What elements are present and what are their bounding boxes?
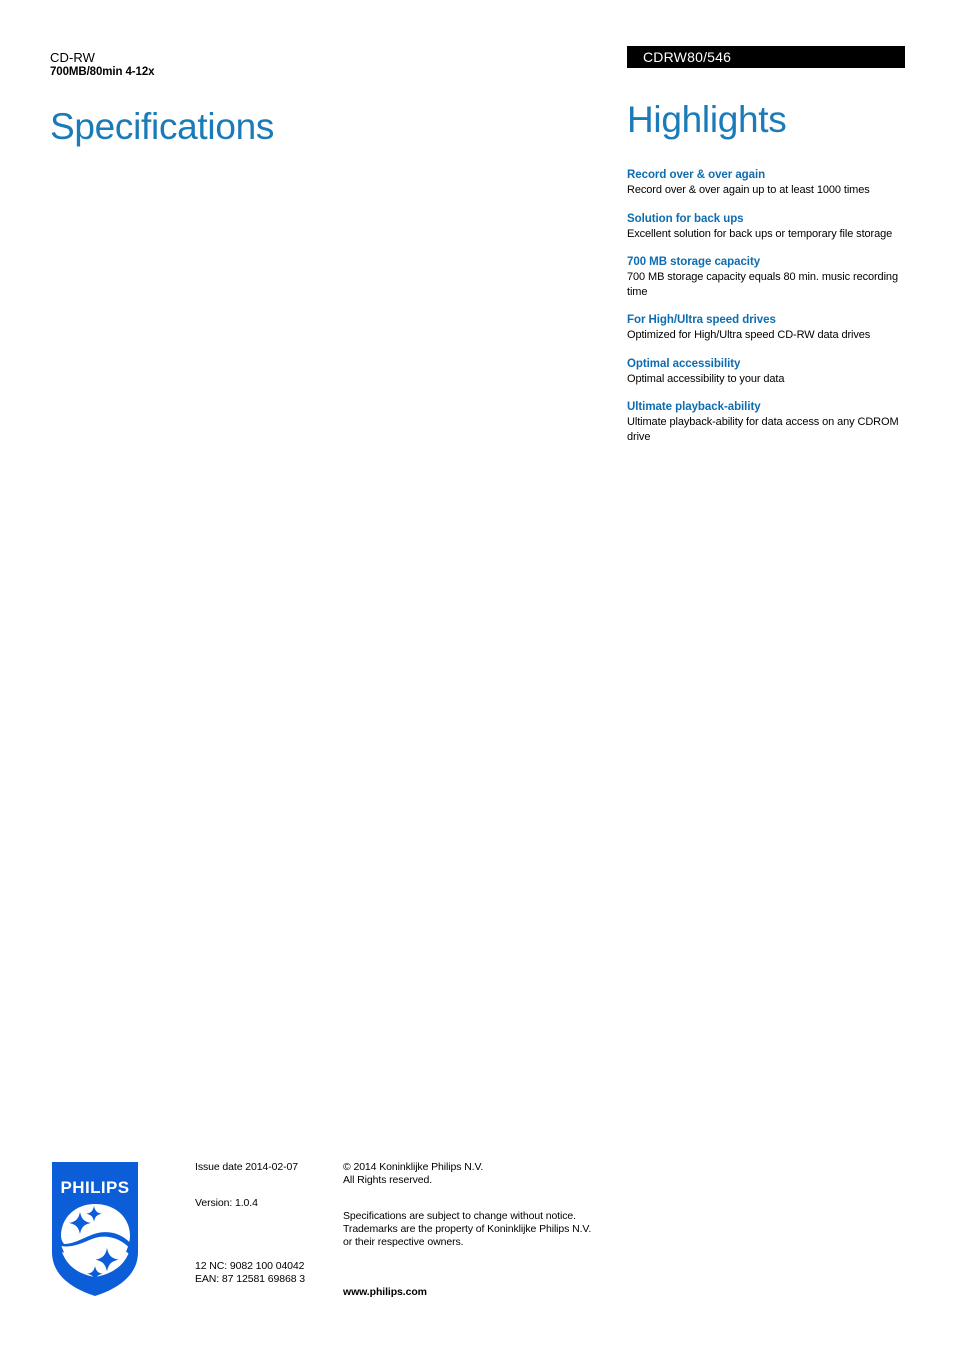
highlight-item: For High/Ultra speed drives Optimized fo… [627, 313, 905, 343]
highlight-item: 700 MB storage capacity 700 MB storage c… [627, 255, 905, 299]
version: Version: 1.0.4 [195, 1197, 258, 1209]
page-title-highlights: Highlights [627, 99, 787, 140]
highlight-item: Record over & over again Record over & o… [627, 168, 905, 198]
website-link[interactable]: www.philips.com [343, 1286, 910, 1299]
product-name: CD-RW [50, 50, 96, 65]
highlight-description: Excellent solution for back ups or tempo… [627, 227, 893, 240]
highlight-description: Optimized for High/Ultra speed CD-RW dat… [627, 329, 871, 341]
product-variant: 700MB/80min 4-12x [50, 66, 155, 78]
highlight-description: Ultimate playback-ability for data acces… [627, 416, 899, 443]
highlight-description: Record over & over again up to at least … [627, 184, 870, 196]
footer-meta-column: Issue date 2014-02-07 Version: 1.0.4 12 … [195, 1155, 343, 1286]
highlights-column: CDRW80/546 Highlights Record over & over… [627, 46, 905, 458]
page-title-specifications: Specifications [50, 106, 275, 147]
specifications-column: CD-RW 700MB/80min 4-12x Specifications [50, 50, 610, 149]
highlights-list: Record over & over again Record over & o… [627, 168, 905, 444]
product-identifiers: 12 NC: 9082 100 04042 EAN: 87 12581 6986… [195, 1260, 343, 1286]
rights-reserved-line: All Rights reserved. [343, 1174, 433, 1186]
notice-line-2: Trademarks are the property of Koninklij… [343, 1223, 592, 1235]
legal-notice-block: Specifications are subject to change wit… [343, 1210, 910, 1249]
product-code-banner: CDRW80/546 [627, 46, 905, 68]
page-footer: PHILIPS Issue date 2014-02-07 Version: 1… [50, 1155, 910, 1299]
issue-date: Issue date 2014-02-07 [195, 1161, 298, 1173]
highlight-heading: 700 MB storage capacity [627, 256, 761, 268]
highlight-description: 700 MB storage capacity equals 80 min. m… [627, 271, 898, 298]
notice-line-1: Specifications are subject to change wit… [343, 1210, 576, 1222]
highlight-heading: For High/Ultra speed drives [627, 314, 776, 326]
footer-legal-column: © 2014 Koninklijke Philips N.V. All Righ… [343, 1155, 910, 1299]
highlight-item: Ultimate playback-ability Ultimate playb… [627, 400, 905, 444]
highlight-description: Optimal accessibility to your data [627, 372, 785, 385]
highlight-item: Optimal accessibility Optimal accessibil… [627, 357, 905, 387]
philips-logo: PHILIPS [50, 1155, 195, 1298]
highlight-heading: Ultimate playback-ability [627, 401, 761, 413]
ean-code: EAN: 87 12581 69868 3 [195, 1273, 305, 1285]
highlight-heading: Record over & over again [627, 169, 766, 181]
highlight-item: Solution for back ups Excellent solution… [627, 212, 905, 242]
highlight-heading: Solution for back ups [627, 212, 744, 225]
svg-text:PHILIPS: PHILIPS [61, 1178, 130, 1197]
philips-shield-icon: PHILIPS [52, 1162, 138, 1296]
highlight-heading: Optimal accessibility [627, 357, 741, 370]
notice-line-3: or their respective owners. [343, 1236, 464, 1248]
copyright-line: © 2014 Koninklijke Philips N.V. [343, 1161, 484, 1173]
copyright-block: © 2014 Koninklijke Philips N.V. All Righ… [343, 1161, 910, 1187]
twelve-nc: 12 NC: 9082 100 04042 [195, 1260, 305, 1272]
